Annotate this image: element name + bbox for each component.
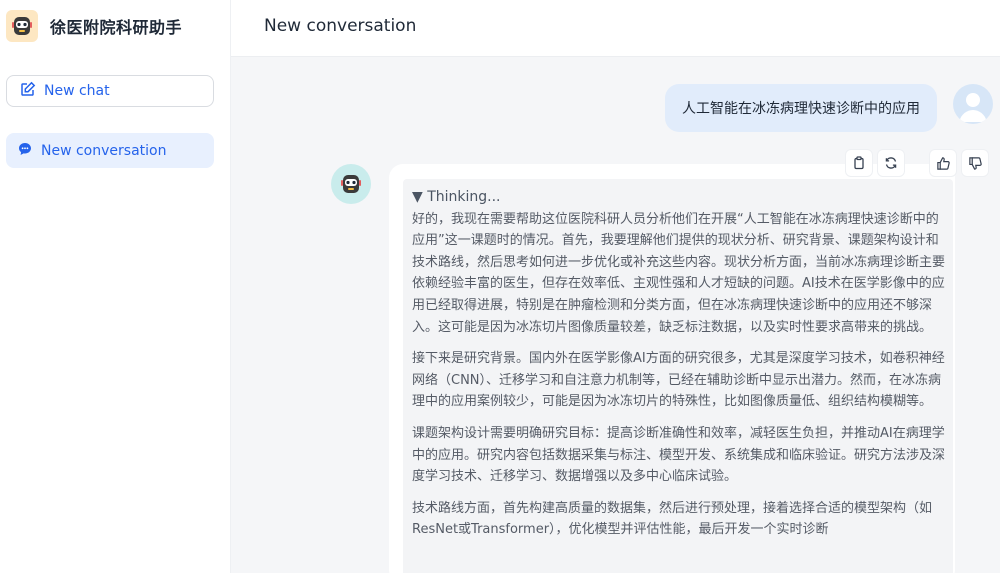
message-actions — [845, 149, 993, 177]
chat-bubble-icon — [18, 141, 32, 160]
feedback-group — [929, 149, 993, 177]
sidebar-item-label: New conversation — [41, 142, 167, 159]
user-message-text: 人工智能在冰冻病理快速诊断中的应用 — [682, 101, 920, 117]
new-chat-button[interactable]: New chat — [6, 75, 214, 107]
sidebar-item-new-conversation[interactable]: New conversation — [6, 133, 214, 168]
main-panel: New conversation 人工智能在冰冻病理快速诊断中的应用 ▼ Thi… — [231, 0, 1000, 573]
edit-icon — [20, 81, 36, 101]
copy-icon[interactable] — [845, 149, 873, 177]
thumbs-down-icon[interactable] — [961, 149, 989, 177]
user-message: 人工智能在冰冻病理快速诊断中的应用 — [665, 84, 937, 132]
sidebar: 徐医附院科研助手 New chat New conversation — [0, 0, 231, 573]
brand: 徐医附院科研助手 — [6, 10, 182, 42]
thinking-paragraph: 课题架构设计需要明确研究目标：提高诊断准确性和效率，减轻医生负担，并推动AI在病… — [412, 425, 946, 485]
thinking-paragraph: 接下来是研究背景。国内外在医学影像AI方面的研究很多，尤其是深度学习技术，如卷积… — [412, 351, 945, 410]
user-avatar — [953, 84, 993, 124]
refresh-icon[interactable] — [877, 149, 905, 177]
bot-avatar — [331, 164, 371, 204]
thinking-toggle[interactable]: ▼ Thinking... — [412, 187, 945, 209]
thinking-panel: ▼ Thinking... 好的，我现在需要帮助这位医院科研人员分析他们在开展“… — [403, 179, 953, 573]
robot-logo-icon — [6, 10, 38, 42]
thumbs-up-icon[interactable] — [929, 149, 957, 177]
brand-title: 徐医附院科研助手 — [50, 18, 183, 37]
main-header: New conversation — [231, 0, 1000, 57]
thinking-paragraph: 好的，我现在需要帮助这位医院科研人员分析他们在开展“人工智能在冰冻病理快速诊断中… — [412, 211, 946, 335]
new-chat-label: New chat — [44, 83, 110, 99]
page-title: New conversation — [264, 16, 417, 36]
thinking-paragraph: 技术路线方面，首先构建高质量的数据集，然后进行预处理，接着选择合适的模型架构（如… — [412, 500, 933, 538]
